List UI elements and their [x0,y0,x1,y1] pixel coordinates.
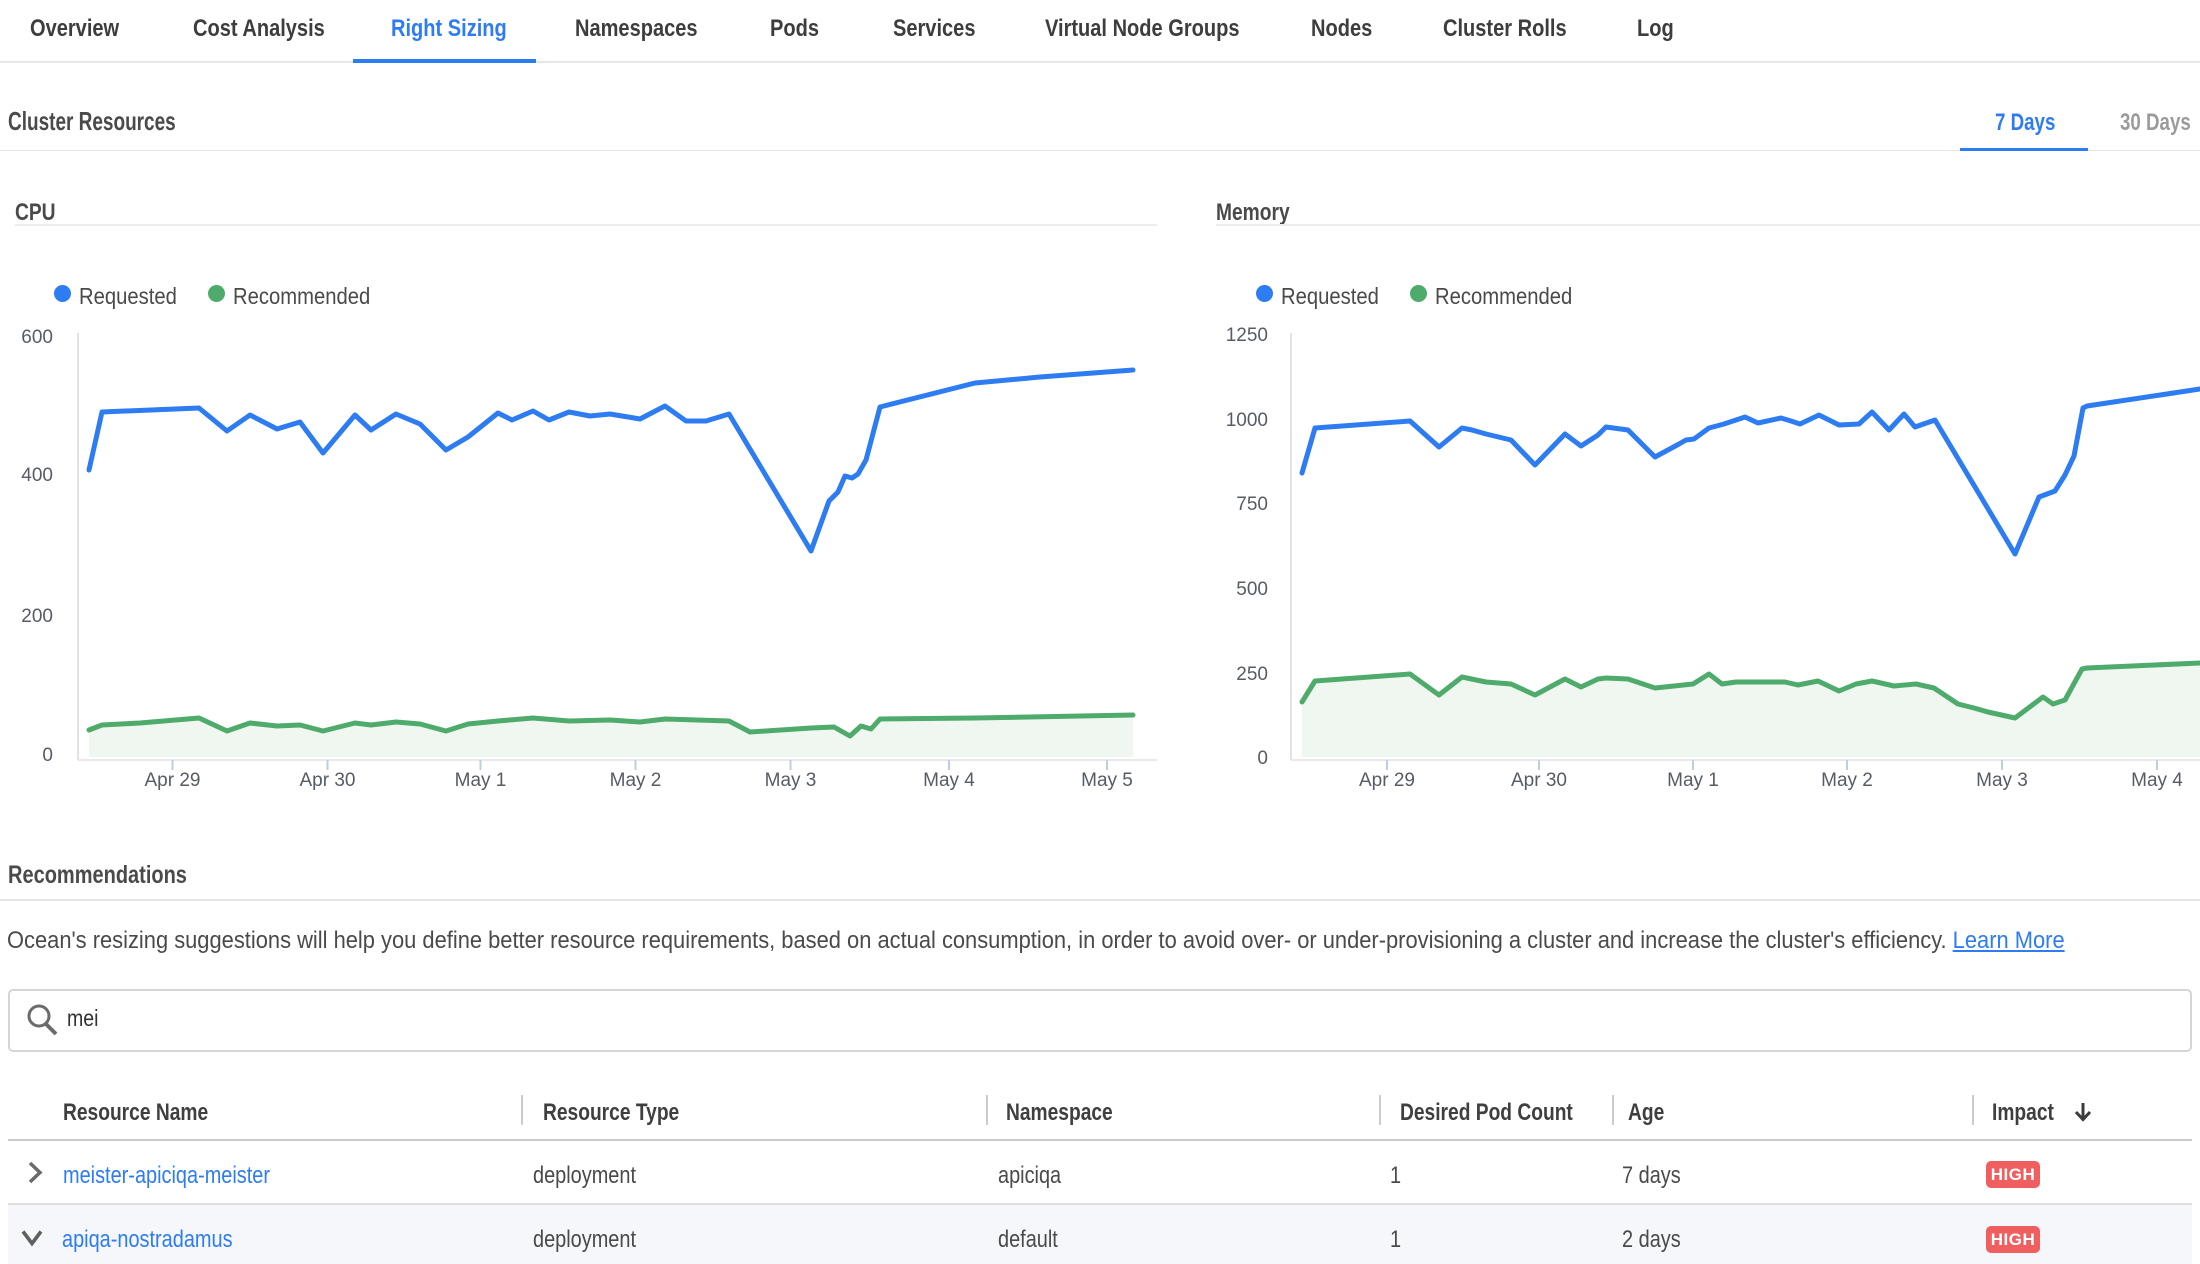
svg-text:Apr 29: Apr 29 [1359,770,1415,791]
svg-text:1000: 1000 [1226,410,1268,431]
svg-text:Apr 29: Apr 29 [145,770,201,791]
svg-text:0: 0 [42,745,53,766]
svg-text:Apr 30: Apr 30 [1511,770,1567,791]
svg-text:May 2: May 2 [1821,770,1873,791]
svg-text:May 4: May 4 [2131,770,2183,791]
svg-text:May 5: May 5 [1081,770,1133,791]
svg-text:600: 600 [21,327,53,348]
svg-text:Apr 30: Apr 30 [300,770,356,791]
svg-text:250: 250 [1236,664,1268,685]
svg-text:May 3: May 3 [765,770,817,791]
svg-text:May 2: May 2 [610,770,662,791]
svg-text:1250: 1250 [1226,325,1268,346]
svg-text:500: 500 [1236,579,1268,600]
svg-text:May 1: May 1 [455,770,507,791]
svg-text:400: 400 [21,465,53,486]
svg-text:May 4: May 4 [923,770,975,791]
svg-text:May 1: May 1 [1667,770,1719,791]
svg-text:0: 0 [1257,748,1268,769]
svg-text:May 3: May 3 [1976,770,2028,791]
svg-text:750: 750 [1236,494,1268,515]
svg-text:200: 200 [21,606,53,627]
